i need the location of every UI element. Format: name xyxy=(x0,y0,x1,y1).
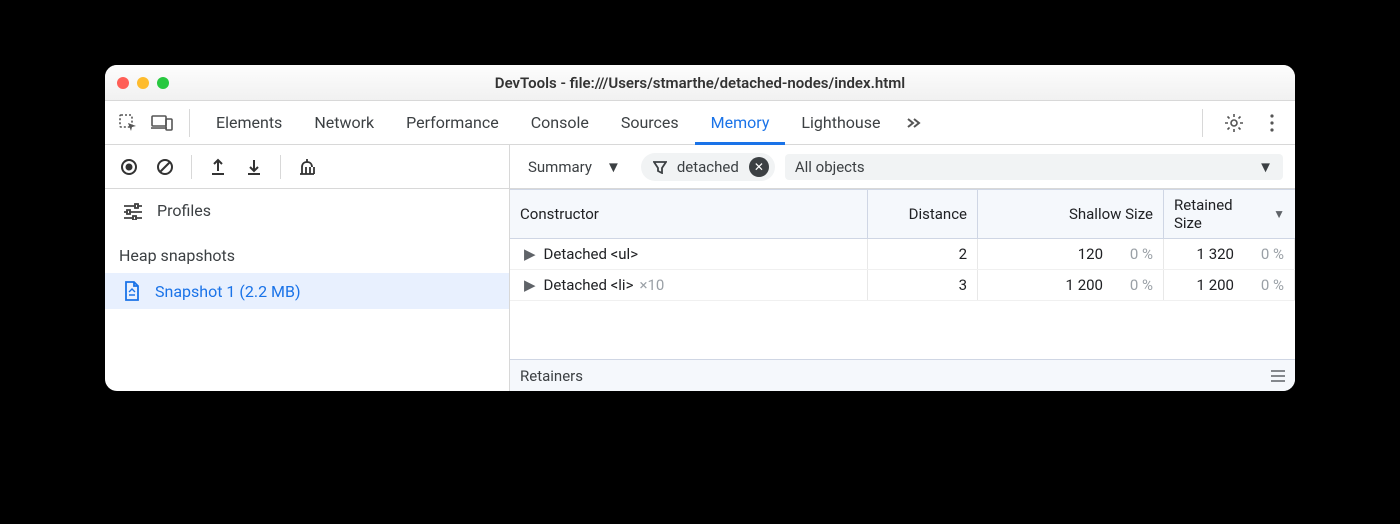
sort-desc-icon: ▼ xyxy=(1273,207,1285,221)
record-icon[interactable] xyxy=(113,151,145,183)
main-pane: Summary ▼ detached ✕ All objects ▼ Const… xyxy=(510,145,1295,391)
header-constructor[interactable]: Constructor xyxy=(510,190,868,238)
table-header-row: Constructor Distance Shallow Size Retain… xyxy=(510,189,1295,239)
save-profile-icon[interactable] xyxy=(238,151,270,183)
view-mode-label: Summary xyxy=(528,158,592,176)
snapshot-file-icon xyxy=(123,281,141,301)
view-mode-dropdown[interactable]: Summary ▼ xyxy=(518,154,631,180)
load-profile-icon[interactable] xyxy=(202,151,234,183)
constructor-name: Detached <ul> xyxy=(544,245,639,263)
profiles-label: Profiles xyxy=(157,201,211,220)
heap-snapshots-section: Heap snapshots xyxy=(105,232,509,273)
retained-pct: 0 % xyxy=(1246,276,1284,294)
devtools-window: DevTools - file:///Users/stmarthe/detach… xyxy=(105,65,1295,391)
collect-garbage-icon[interactable] xyxy=(291,151,323,183)
minimize-window-button[interactable] xyxy=(137,77,149,89)
chevron-down-icon: ▼ xyxy=(606,158,621,176)
snapshot-item[interactable]: Snapshot 1 (2.2 MB) xyxy=(105,273,509,309)
filter-icon xyxy=(653,160,667,174)
table-empty-area xyxy=(510,301,1295,359)
divider xyxy=(280,155,281,179)
hamburger-icon[interactable] xyxy=(1271,370,1285,382)
expand-icon[interactable]: ▶ xyxy=(524,245,536,263)
filter-bar: Summary ▼ detached ✕ All objects ▼ xyxy=(510,145,1295,189)
shallow-pct: 0 % xyxy=(1115,276,1153,294)
scope-label: All objects xyxy=(795,158,865,176)
traffic-lights xyxy=(117,77,169,89)
device-toolbar-icon[interactable] xyxy=(145,106,179,140)
retained-pct: 0 % xyxy=(1246,245,1284,263)
more-tabs-button[interactable] xyxy=(896,116,928,130)
tab-sources[interactable]: Sources xyxy=(605,101,695,145)
tab-performance[interactable]: Performance xyxy=(390,101,515,145)
divider xyxy=(1202,109,1203,137)
header-retained[interactable]: Retained Size ▼ xyxy=(1164,190,1295,238)
distance-value: 3 xyxy=(959,276,967,294)
tab-lighthouse[interactable]: Lighthouse xyxy=(785,101,896,145)
tab-memory[interactable]: Memory xyxy=(695,101,786,145)
table-row[interactable]: ▶ Detached <ul> 2 120 0 % 1 320 0 % xyxy=(510,239,1295,270)
retainers-label: Retainers xyxy=(520,367,583,385)
distance-value: 2 xyxy=(959,245,967,263)
divider xyxy=(189,109,190,137)
close-window-button[interactable] xyxy=(117,77,129,89)
retainers-panel-header[interactable]: Retainers xyxy=(510,359,1295,391)
chevron-down-icon: ▼ xyxy=(1258,158,1273,176)
titlebar: DevTools - file:///Users/stmarthe/detach… xyxy=(105,65,1295,101)
tab-network[interactable]: Network xyxy=(298,101,390,145)
retained-value: 1 200 xyxy=(1174,276,1234,294)
sidebar: Profiles Heap snapshots Snapshot 1 (2.2 … xyxy=(105,145,510,391)
retained-value: 1 320 xyxy=(1174,245,1234,263)
shallow-pct: 0 % xyxy=(1115,245,1153,263)
inspect-element-icon[interactable] xyxy=(111,106,145,140)
snapshot-label: Snapshot 1 (2.2 MB) xyxy=(155,282,301,301)
profiles-header[interactable]: Profiles xyxy=(105,189,509,232)
clear-icon[interactable] xyxy=(149,151,181,183)
panel-body: Profiles Heap snapshots Snapshot 1 (2.2 … xyxy=(105,145,1295,391)
shallow-value: 120 xyxy=(1043,245,1103,263)
tab-console[interactable]: Console xyxy=(515,101,605,145)
expand-icon[interactable]: ▶ xyxy=(524,276,536,294)
maximize-window-button[interactable] xyxy=(157,77,169,89)
shallow-value: 1 200 xyxy=(1043,276,1103,294)
memory-toolbar xyxy=(105,145,509,189)
filter-text: detached xyxy=(677,158,739,176)
heap-table: Constructor Distance Shallow Size Retain… xyxy=(510,189,1295,391)
panel-tabbar: Elements Network Performance Console Sou… xyxy=(105,101,1295,145)
table-row[interactable]: ▶ Detached <li> ×10 3 1 200 0 % 1 200 0 % xyxy=(510,270,1295,301)
scope-dropdown[interactable]: All objects ▼ xyxy=(785,154,1283,180)
header-distance[interactable]: Distance xyxy=(868,190,978,238)
kebab-menu-icon[interactable] xyxy=(1255,106,1289,140)
settings-gear-icon[interactable] xyxy=(1217,106,1251,140)
sliders-icon xyxy=(123,202,143,220)
constructor-name: Detached <li> xyxy=(544,276,634,294)
window-title: DevTools - file:///Users/stmarthe/detach… xyxy=(105,74,1295,92)
multiplicity: ×10 xyxy=(639,276,664,294)
divider xyxy=(191,155,192,179)
tab-elements[interactable]: Elements xyxy=(200,101,298,145)
filter-chip[interactable]: detached ✕ xyxy=(641,153,775,181)
clear-filter-icon[interactable]: ✕ xyxy=(749,157,769,177)
header-shallow[interactable]: Shallow Size xyxy=(978,190,1164,238)
